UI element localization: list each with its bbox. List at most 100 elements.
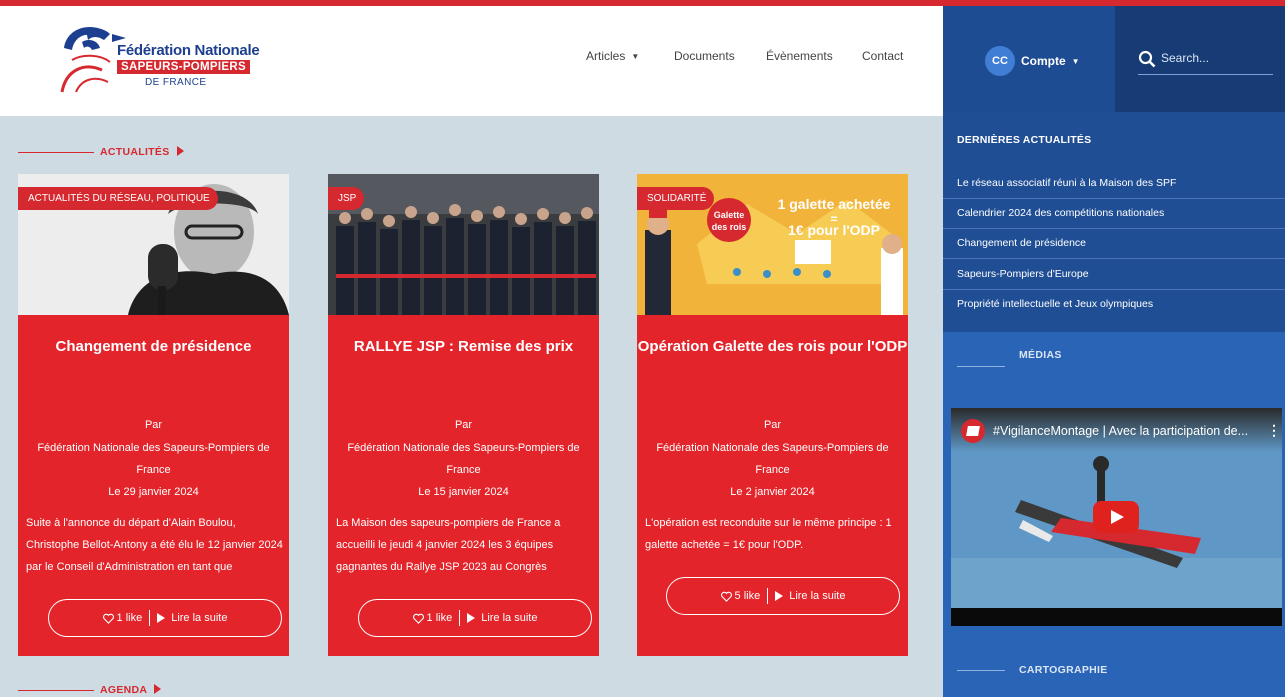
section-label: AGENDA (100, 684, 147, 696)
account-menu[interactable]: CC Compte ▼ (943, 6, 1115, 112)
section-title-agenda[interactable]: AGENDA (100, 684, 162, 696)
group-photo (328, 174, 599, 315)
sidebar: CC Compte ▼ DERNIÈRES ACTUALITÉS Le résea… (943, 6, 1285, 697)
search-area (1115, 6, 1285, 112)
youtube-play-icon[interactable] (1093, 501, 1139, 533)
latest-news-item[interactable]: Propriété intellectuelle et Jeux olympiq… (957, 298, 1277, 310)
latest-news-item[interactable]: Changement de présidence (957, 237, 1277, 249)
more-vertical-icon[interactable]: ⋮ (1267, 422, 1281, 439)
section-title-actualites[interactable]: ACTUALITÉS (100, 146, 184, 158)
article-card: Galette des rois 1 galette achetée = 1€ … (637, 174, 908, 656)
article-author: Fédération Nationale des Sapeurs-Pompier… (37, 442, 270, 454)
category-badge[interactable]: SOLIDARITÉ (637, 187, 715, 210)
article-by: Par (763, 419, 782, 431)
article-card: JSP RALLYE JSP : Remise des prix Par Féd… (328, 174, 599, 656)
medias-title: MÉDIAS (1019, 349, 1062, 361)
search-underline (1138, 74, 1273, 75)
section-divider (18, 152, 94, 153)
article-date: Le 2 janvier 2024 (730, 486, 815, 498)
button-divider (767, 588, 769, 604)
article-actions-button[interactable]: 1 like Lire la suite (358, 599, 592, 637)
button-divider (149, 610, 151, 626)
video-player[interactable]: #VigilanceMontage | Avec la participatio… (951, 408, 1282, 626)
like-count: 1 like (426, 612, 453, 624)
nav-articles[interactable]: Articles ▼ (586, 49, 639, 63)
read-more-label: Lire la suite (789, 590, 846, 602)
cartographie-title: CARTOGRAPHIE (1019, 664, 1108, 676)
article-excerpt: La Maison des sapeurs-pompiers de France… (336, 517, 561, 573)
article-by: Par (454, 419, 473, 431)
article-date: Le 29 janvier 2024 (108, 486, 199, 498)
list-divider (943, 198, 1285, 199)
article-author-country: France (136, 464, 171, 476)
logo-title: Fédération Nationale (117, 42, 260, 59)
list-divider (943, 228, 1285, 229)
article-title[interactable]: Opération Galette des rois pour l'ODP (637, 338, 908, 355)
article-date: Le 15 janvier 2024 (418, 486, 509, 498)
search-input[interactable] (1161, 47, 1271, 69)
logo-country: DE FRANCE (145, 77, 207, 88)
read-more-label: Lire la suite (171, 612, 228, 624)
account-label: Compte ▼ (1021, 54, 1080, 68)
caret-down-icon: ▼ (1071, 57, 1080, 67)
read-more-label: Lire la suite (481, 612, 538, 624)
nav-documents[interactable]: Documents (674, 49, 735, 63)
nav-contact[interactable]: Contact (862, 49, 903, 63)
play-icon (775, 591, 784, 601)
nav-evenements[interactable]: Évènements (766, 49, 833, 63)
triangle-right-icon (176, 146, 184, 156)
heart-icon (102, 613, 114, 624)
category-badge[interactable]: ACTUALITÉS DU RÉSEAU, POLITIQUE (18, 187, 218, 210)
video-bottom-bar (951, 608, 1282, 626)
nav-articles-label: Articles (586, 49, 626, 63)
account-label-text: Compte (1021, 54, 1066, 68)
latest-news-title: DERNIÈRES ACTUALITÉS (957, 134, 1092, 146)
logo-subtitle: SAPEURS-POMPIERS (117, 60, 250, 74)
play-icon (467, 613, 476, 623)
section-label: ACTUALITÉS (100, 146, 170, 158)
play-icon (157, 613, 166, 623)
latest-news-item[interactable]: Sapeurs-Pompiers d'Europe (957, 268, 1277, 280)
article-excerpt: L'opération est reconduite sur le même p… (645, 517, 892, 551)
caret-down-icon: ▼ (631, 52, 640, 62)
article-excerpt: Suite à l'annonce du départ d'Alain Boul… (26, 517, 283, 573)
search-icon[interactable] (1138, 50, 1156, 68)
button-divider (459, 610, 461, 626)
promo-badge-line1: Galette (713, 210, 745, 220)
article-image[interactable]: ACTUALITÉS DU RÉSEAU, POLITIQUE (18, 174, 289, 315)
triangle-right-icon (154, 684, 162, 694)
federation-logo-icon (60, 26, 126, 93)
channel-logo-icon[interactable] (961, 419, 985, 443)
latest-news-item[interactable]: Calendrier 2024 des compétitions nationa… (957, 207, 1277, 219)
heart-icon (720, 591, 732, 602)
article-image[interactable]: Galette des rois 1 galette achetée = 1€ … (637, 174, 908, 315)
article-author-country: France (446, 464, 481, 476)
avatar: CC (985, 46, 1015, 76)
latest-news-item[interactable]: Le réseau associatif réuni à la Maison d… (957, 177, 1277, 189)
article-author-country: France (755, 464, 790, 476)
article-actions-button[interactable]: 5 like Lire la suite (666, 577, 900, 615)
article-title[interactable]: Changement de présidence (18, 338, 289, 355)
site-header: Fédération Nationale SAPEURS-POMPIERS DE… (0, 6, 943, 116)
article-image[interactable]: JSP (328, 174, 599, 315)
category-badge[interactable]: JSP (328, 187, 365, 210)
article-author: Fédération Nationale des Sapeurs-Pompier… (347, 442, 580, 454)
promo-line3: 1€ pour l'ODP (787, 222, 880, 238)
promo-badge-line2: des rois (711, 222, 747, 232)
article-actions-button[interactable]: 1 like Lire la suite (48, 599, 282, 637)
section-divider (957, 670, 1005, 671)
like-count: 5 like (734, 590, 761, 602)
list-divider (943, 289, 1285, 290)
article-by: Par (144, 419, 163, 431)
article-card: ACTUALITÉS DU RÉSEAU, POLITIQUE Changeme… (18, 174, 289, 656)
promo-line1: 1 galette achetée (777, 196, 891, 212)
article-author: Fédération Nationale des Sapeurs-Pompier… (656, 442, 889, 454)
video-title[interactable]: #VigilanceMontage | Avec la participatio… (993, 424, 1248, 438)
like-count: 1 like (116, 612, 143, 624)
section-divider (18, 690, 94, 691)
latest-news-panel: DERNIÈRES ACTUALITÉS Le réseau associati… (943, 112, 1285, 332)
list-divider (943, 258, 1285, 259)
section-divider (957, 366, 1005, 367)
site-logo[interactable]: Fédération Nationale SAPEURS-POMPIERS DE… (52, 20, 262, 98)
article-title[interactable]: RALLYE JSP : Remise des prix (328, 338, 599, 355)
